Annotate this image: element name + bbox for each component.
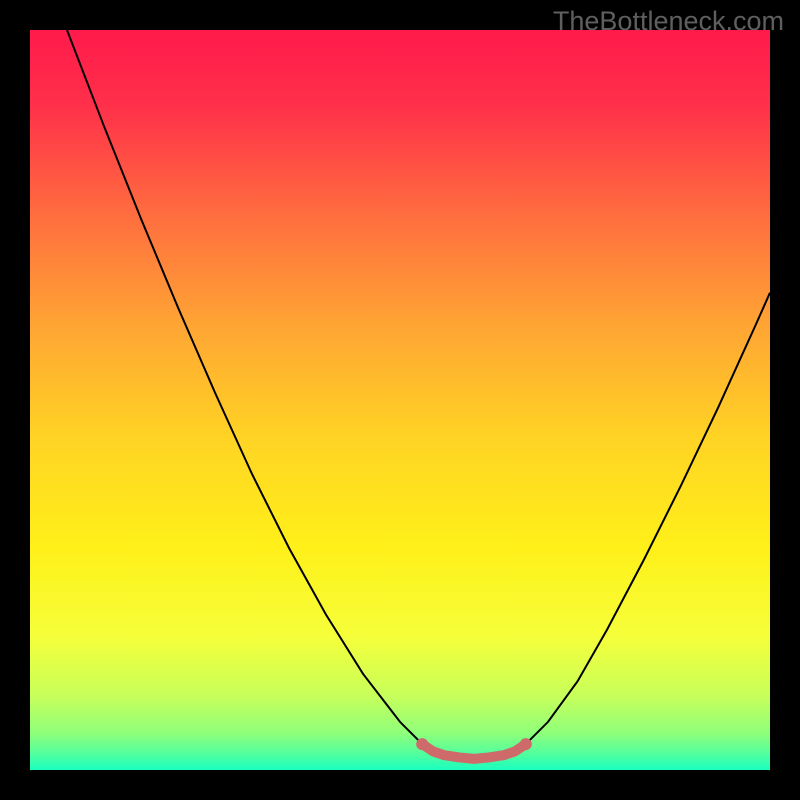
marker-start-dot <box>416 738 428 750</box>
bottleneck-curve <box>67 30 770 759</box>
plot-area <box>30 30 770 770</box>
chart-container: TheBottleneck.com <box>0 0 800 800</box>
curve-layer <box>30 30 770 770</box>
bottom-marker <box>422 744 526 759</box>
watermark-text: TheBottleneck.com <box>553 6 784 37</box>
marker-end-dot <box>520 738 532 750</box>
